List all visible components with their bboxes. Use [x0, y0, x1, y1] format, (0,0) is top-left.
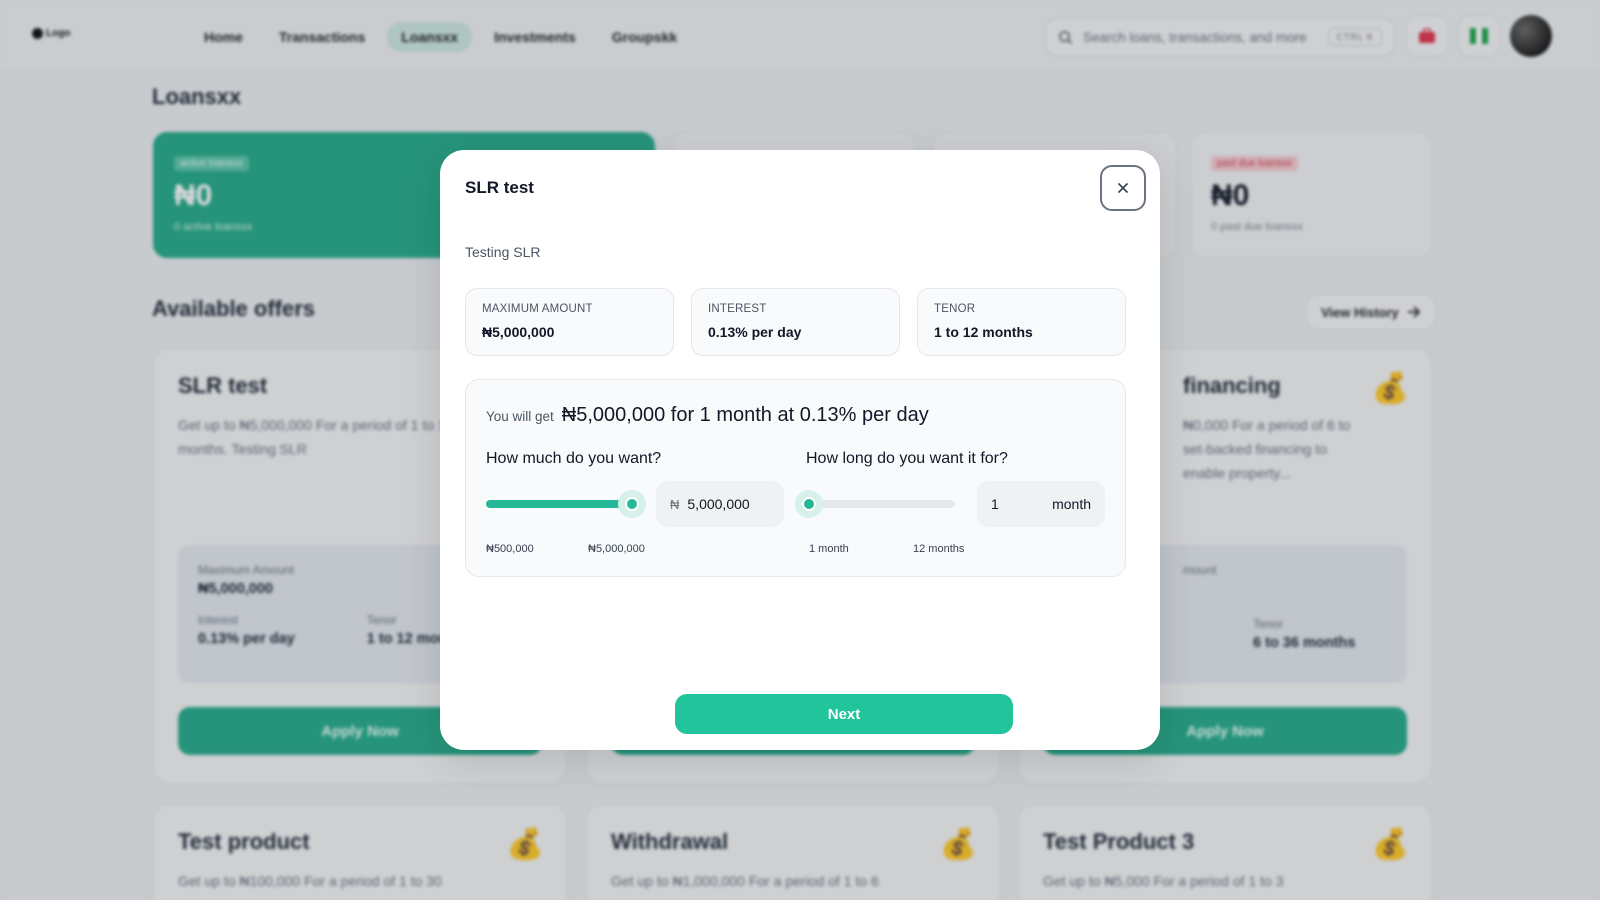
stat-value: 0.13% per day [708, 324, 802, 340]
stat-label: INTEREST [708, 303, 767, 315]
tenor-question: How long do you want it for? [806, 450, 1008, 467]
tenor-stat: TENOR 1 to 12 months [917, 288, 1126, 356]
summary-prefix: You will get [486, 409, 554, 424]
next-button[interactable]: Next [675, 694, 1013, 734]
summary-text: ₦5,000,000 for 1 month at 0.13% per day [561, 404, 929, 426]
tenor-slider-track[interactable] [809, 500, 955, 508]
amount-slider-fill [486, 500, 632, 508]
stat-value: 1 to 12 months [934, 324, 1033, 340]
amount-slider-track[interactable] [486, 500, 632, 508]
tenor-input[interactable]: 1 month [977, 481, 1105, 527]
amount-question: How much do you want? [486, 450, 662, 467]
loan-summary: You will get ₦5,000,000 for 1 month at 0… [486, 404, 929, 427]
tenor-slider-thumb[interactable] [795, 490, 823, 518]
modal-title: SLR test [465, 178, 534, 197]
currency-symbol: ₦ [670, 496, 680, 512]
amount-slider-thumb[interactable] [618, 490, 646, 518]
tenor-input-value: 1 [991, 496, 999, 512]
max-amount-stat: MAXIMUM AMOUNT ₦5,000,000 [465, 288, 674, 356]
stat-value: ₦5,000,000 [482, 324, 555, 340]
tenor-min-label: 1 month [809, 543, 849, 555]
tenor-unit: month [1052, 496, 1091, 512]
stat-label: TENOR [934, 303, 976, 315]
interest-stat: INTEREST 0.13% per day [691, 288, 900, 356]
amount-input-value: 5,000,000 [687, 496, 750, 512]
offer-summary-stats: MAXIMUM AMOUNT ₦5,000,000 INTEREST 0.13%… [465, 288, 1126, 356]
amount-input[interactable]: ₦ 5,000,000 [656, 481, 784, 527]
loan-offer-modal: SLR test Testing SLR MAXIMUM AMOUNT ₦5,0… [440, 150, 1160, 750]
tenor-max-label: 12 months [913, 543, 965, 555]
close-button[interactable] [1100, 165, 1146, 211]
stat-label: MAXIMUM AMOUNT [482, 303, 593, 315]
amount-max-label: ₦5,000,000 [588, 543, 645, 555]
loan-calculator: You will get ₦5,000,000 for 1 month at 0… [465, 379, 1126, 577]
amount-min-label: ₦500,000 [486, 543, 534, 555]
close-icon [1117, 182, 1129, 194]
modal-description: Testing SLR [465, 244, 541, 260]
